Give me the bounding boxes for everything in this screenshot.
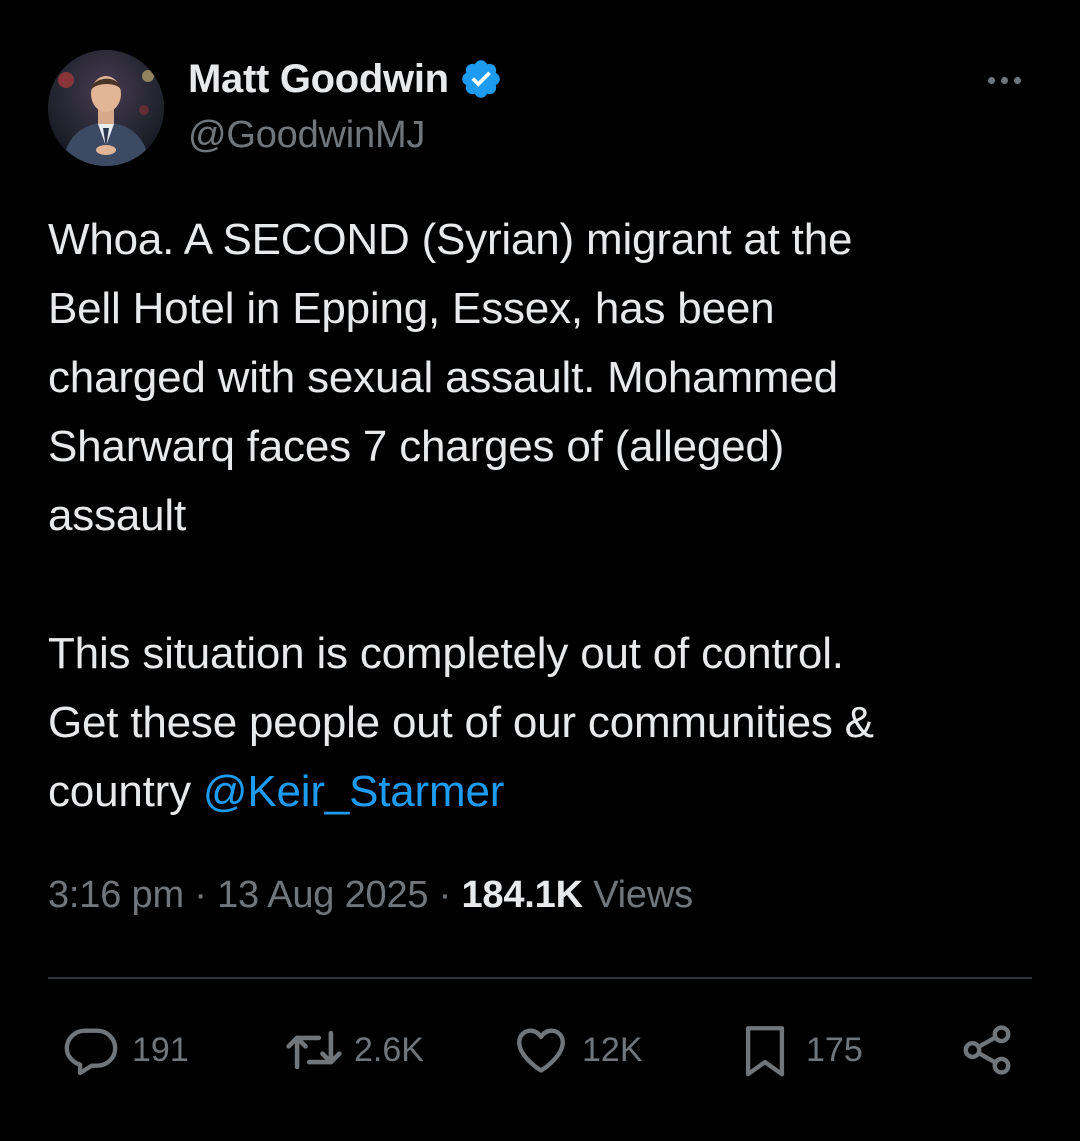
tweet: Matt Goodwin @GoodwinMJ Whoa. A SECOND (… (0, 0, 1080, 1141)
display-name[interactable]: Matt Goodwin (188, 57, 449, 102)
meta-separator: · (183, 874, 218, 916)
repost-icon (286, 1030, 342, 1070)
avatar[interactable] (48, 50, 164, 166)
repost-button[interactable]: 2.6K (282, 1020, 424, 1080)
reply-count: 191 (132, 1030, 189, 1069)
handle[interactable]: @GoodwinMJ (188, 114, 503, 157)
heart-icon (517, 1028, 565, 1073)
share-icon (963, 1025, 1011, 1075)
author-block: Matt Goodwin @GoodwinMJ (188, 56, 503, 157)
repost-count: 2.6K (354, 1030, 424, 1069)
like-button[interactable]: 12K (512, 1020, 643, 1080)
bookmark-icon (745, 1026, 785, 1077)
views-count[interactable]: 184.1K (462, 874, 584, 916)
tweet-text: Whoa. A SECOND (Syrian) migrant at the B… (48, 205, 1038, 826)
name-row: Matt Goodwin (188, 56, 503, 102)
tweet-meta: 3:16 pm · 13 Aug 2025 · 184.1K Views (48, 874, 693, 917)
divider (48, 977, 1032, 979)
tweet-text-content: Whoa. A SECOND (Syrian) migrant at the B… (48, 215, 874, 816)
views-label: Views (582, 874, 693, 916)
reply-icon (64, 1028, 118, 1076)
more-options-icon[interactable] (976, 62, 1032, 98)
share-button[interactable] (958, 1020, 1016, 1080)
verified-badge-icon[interactable] (459, 57, 503, 101)
like-count: 12K (582, 1030, 643, 1069)
meta-separator: · (428, 874, 462, 916)
bookmark-count: 175 (806, 1030, 863, 1069)
reply-button[interactable]: 191 (62, 1020, 189, 1080)
bookmark-button[interactable]: 175 (736, 1020, 863, 1080)
tweet-date[interactable]: 13 Aug 2025 (217, 874, 428, 916)
tweet-time[interactable]: 3:16 pm (48, 874, 184, 916)
mention-link[interactable]: @Keir_Starmer (203, 767, 504, 816)
